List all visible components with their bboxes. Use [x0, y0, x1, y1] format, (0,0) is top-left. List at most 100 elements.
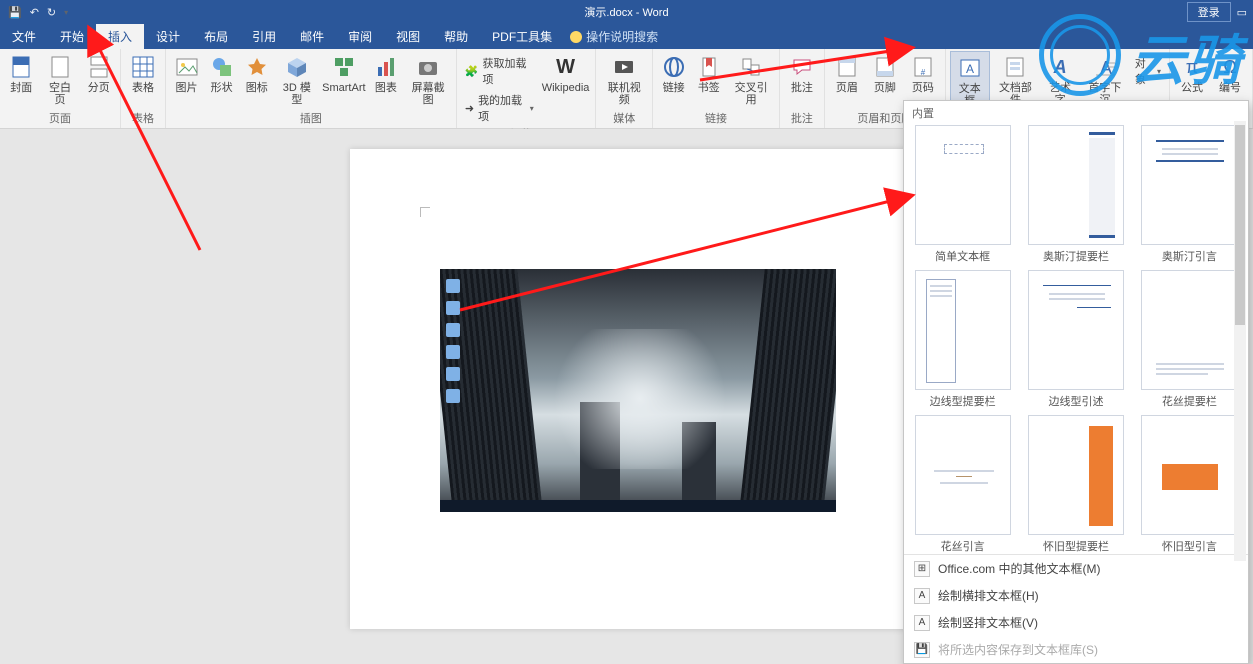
screenshot-button[interactable]: 屏幕截图	[404, 51, 451, 108]
header-button[interactable]: 页眉	[829, 51, 865, 96]
textbox-v-icon: A	[914, 615, 930, 631]
cover-page-icon	[7, 53, 35, 81]
gallery-item-retro-quote[interactable]: 怀旧型引言	[1137, 415, 1242, 554]
lightbulb-icon	[570, 31, 582, 43]
gallery-item-simple[interactable]: 简单文本框	[910, 125, 1015, 264]
smartart-icon	[330, 53, 358, 81]
icons-icon	[243, 53, 271, 81]
tab-references[interactable]: 引用	[240, 24, 288, 49]
table-button[interactable]: 表格	[125, 51, 161, 96]
dropdown-section-label: 内置	[904, 101, 1248, 125]
addin-icon: ➜	[465, 102, 474, 115]
object-button[interactable]: 对象▾	[1131, 53, 1165, 89]
draw-horizontal-textbox[interactable]: A绘制横排文本框(H)	[904, 582, 1248, 609]
tab-view[interactable]: 视图	[384, 24, 432, 49]
quick-access-toolbar: 💾 ↶ ↻ ▾	[0, 6, 68, 19]
group-links: 链接 书签 交叉引用 链接	[653, 49, 780, 128]
cover-page-button[interactable]: 封面	[4, 51, 38, 96]
page-break-button[interactable]: 分页	[82, 51, 116, 96]
group-illustrations: 图片 形状 图标 3D 模型 SmartArt 图表 屏幕截图 插图	[166, 49, 457, 128]
tab-layout[interactable]: 布局	[192, 24, 240, 49]
redo-icon[interactable]: ↻	[47, 6, 56, 19]
undo-icon[interactable]: ↶	[30, 6, 39, 19]
chart-icon	[372, 53, 400, 81]
gallery-item-border-sidebar[interactable]: 边线型提要栏	[910, 270, 1015, 409]
gallery-item-retro-sidebar[interactable]: 怀旧型提要栏	[1023, 415, 1128, 554]
chart-button[interactable]: 图表	[369, 51, 402, 96]
group-label-comments: 批注	[791, 110, 813, 128]
gallery-item-border-quote[interactable]: 边线型引述	[1023, 270, 1128, 409]
blank-page-button[interactable]: 空白页	[40, 51, 79, 108]
inserted-image[interactable]	[440, 269, 836, 512]
tab-design[interactable]: 设计	[144, 24, 192, 49]
cube-icon	[283, 53, 311, 81]
online-video-button[interactable]: 联机视频	[600, 51, 648, 108]
3d-model-button[interactable]: 3D 模型	[275, 51, 318, 108]
ribbon-options-icon[interactable]: ▭	[1237, 6, 1247, 19]
get-addins-button[interactable]: 🧩获取加载项	[461, 53, 538, 89]
quickparts-icon	[1001, 53, 1029, 81]
svg-text:#: #	[921, 68, 926, 77]
gallery-item-filigree-quote[interactable]: 花丝引言	[910, 415, 1015, 554]
login-button[interactable]: 登录	[1187, 2, 1231, 22]
link-button[interactable]: 链接	[657, 51, 690, 96]
group-comments: 批注 批注	[780, 49, 825, 128]
cross-ref-button[interactable]: 交叉引用	[727, 51, 774, 108]
group-label-pages: 页面	[49, 110, 71, 128]
bookmark-button[interactable]: 书签	[692, 51, 725, 96]
group-label-tables: 表格	[132, 110, 154, 128]
table-icon	[129, 53, 157, 81]
svg-text:A: A	[966, 62, 974, 76]
gallery-item-austin-sidebar[interactable]: 奥斯汀提要栏	[1023, 125, 1128, 264]
group-label-illustrations: 插图	[300, 110, 322, 128]
tab-help[interactable]: 帮助	[432, 24, 480, 49]
wikipedia-icon: W	[552, 53, 580, 81]
tab-file[interactable]: 文件	[0, 24, 48, 49]
save-icon[interactable]: 💾	[8, 6, 22, 19]
gallery-item-filigree-sidebar[interactable]: 花丝提要栏	[1137, 270, 1242, 409]
qat-dropdown-icon[interactable]: ▾	[64, 8, 68, 17]
tab-mailings[interactable]: 邮件	[288, 24, 336, 49]
tab-insert[interactable]: 插入	[96, 24, 144, 49]
shapes-button[interactable]: 形状	[205, 51, 238, 96]
store-icon: 🧩	[465, 65, 479, 78]
header-icon	[833, 53, 861, 81]
tab-home[interactable]: 开始	[48, 24, 96, 49]
gallery-item-austin-quote[interactable]: 奥斯汀引言	[1137, 125, 1242, 264]
picture-icon	[173, 53, 201, 81]
footer-icon	[871, 53, 899, 81]
my-addins-button[interactable]: ➜我的加载项▾	[461, 90, 538, 126]
wikipedia-button[interactable]: WWikipedia	[540, 51, 592, 96]
group-label-links: 链接	[705, 110, 727, 128]
tab-review[interactable]: 审阅	[336, 24, 384, 49]
dropcap-icon: A	[1091, 53, 1119, 81]
group-addins: 🧩获取加载项 ➜我的加载项▾ WWikipedia 加载项	[457, 49, 596, 128]
title-bar: 💾 ↶ ↻ ▾ 演示.docx - Word 登录 ▭	[0, 0, 1253, 24]
draw-vertical-textbox[interactable]: A绘制竖排文本框(V)	[904, 609, 1248, 636]
picture-button[interactable]: 图片	[170, 51, 203, 96]
margin-corner-icon	[420, 207, 430, 217]
xref-icon	[737, 53, 765, 81]
link-icon	[660, 53, 688, 81]
icons-button[interactable]: 图标	[240, 51, 273, 96]
dropdown-scrollbar[interactable]	[1234, 121, 1246, 561]
camera-icon	[414, 53, 442, 81]
more-office-textboxes[interactable]: ⊞Office.com 中的其他文本框(M)	[904, 555, 1248, 582]
page-number-button[interactable]: #页码	[905, 51, 941, 96]
smartart-button[interactable]: SmartArt	[320, 51, 367, 96]
equation-button[interactable]: π公式	[1174, 51, 1210, 96]
comment-icon	[788, 53, 816, 81]
bookmark-icon	[695, 53, 723, 81]
comment-button[interactable]: 批注	[784, 51, 820, 96]
office-icon: ⊞	[914, 561, 930, 577]
footer-button[interactable]: 页脚	[867, 51, 903, 96]
tell-me-search[interactable]: 操作说明搜索	[570, 24, 658, 49]
equation-icon: π	[1178, 53, 1206, 81]
video-icon	[610, 53, 638, 81]
group-pages: 封面 空白页 分页 页面	[0, 49, 121, 128]
tab-pdf-tools[interactable]: PDF工具集	[480, 24, 564, 49]
document-page[interactable]	[350, 149, 910, 629]
save-to-gallery: 💾将所选内容保存到文本框库(S)	[904, 636, 1248, 663]
blank-page-icon	[46, 53, 74, 81]
symbol-button[interactable]: Ω编号	[1212, 51, 1248, 96]
